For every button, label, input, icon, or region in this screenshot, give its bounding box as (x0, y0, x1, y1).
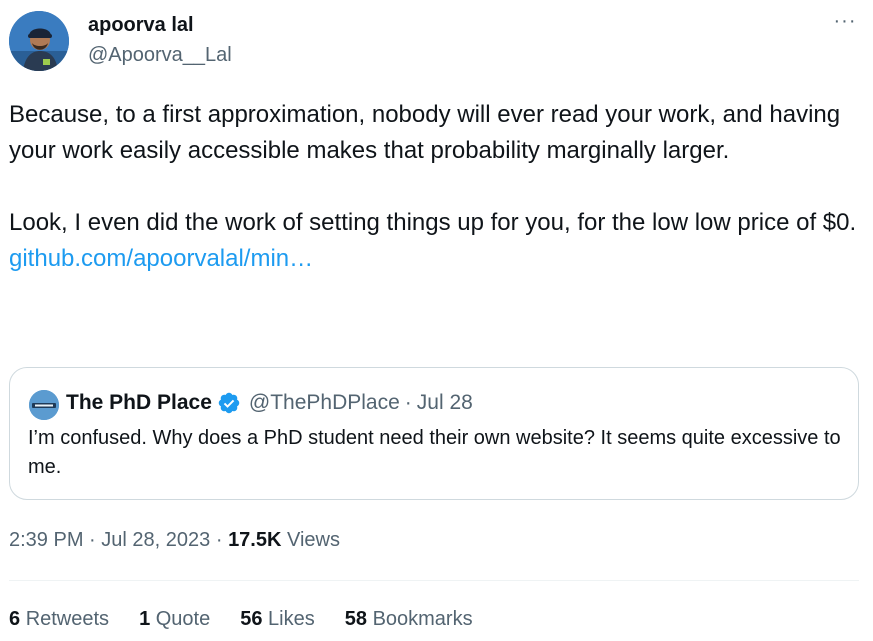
bookmarks-label: Bookmarks (372, 608, 473, 630)
tweet-meta: 2:39 PM · Jul 28, 2023 · 17.5K Views (9, 526, 340, 554)
tweet-date[interactable]: Jul 28, 2023 (101, 529, 210, 551)
author-avatar[interactable] (9, 11, 69, 71)
divider (9, 580, 859, 581)
likes-count: 56 (240, 608, 263, 630)
more-horizontal-icon: ··· (833, 10, 857, 32)
quote-header: The PhD Place @ThePhDPlace · Jul 28 (66, 389, 473, 417)
more-options-button[interactable]: ··· (829, 11, 861, 34)
bookmarks-stat[interactable]: 58 Bookmarks (345, 605, 473, 633)
tweet-paragraph-2: Look, I even did the work of setting thi… (9, 209, 857, 236)
likes-label: Likes (268, 608, 315, 630)
tweet-paragraph-1: Because, to a first approximation, nobod… (9, 101, 847, 164)
quotes-label: Quote (155, 608, 211, 630)
author-handle[interactable]: @Apoorva__Lal (88, 42, 232, 68)
quoted-tweet[interactable]: The PhD Place @ThePhDPlace · Jul 28 I’m … (9, 367, 859, 500)
quote-avatar (29, 390, 59, 420)
bookmarks-count: 58 (344, 608, 367, 630)
quote-author-handle: @ThePhDPlace (248, 391, 400, 414)
verified-badge-icon (218, 392, 240, 414)
quote-text: I’m confused. Why does a PhD student nee… (28, 427, 841, 478)
author-name[interactable]: apoorva lal (88, 12, 194, 38)
avatar-image (9, 11, 69, 71)
likes-stat[interactable]: 56 Likes (240, 605, 315, 633)
quote-author-name: The PhD Place (66, 391, 212, 414)
tweet-time[interactable]: 2:39 PM (9, 529, 83, 551)
quote-avatar-image (29, 390, 59, 420)
meta-separator-1: · (89, 529, 96, 551)
quotes-count: 1 (139, 608, 151, 630)
tweet-link[interactable]: github.com/apoorvalal/min… (9, 241, 313, 277)
quotes-stat[interactable]: 1 Quote (139, 605, 210, 633)
retweets-count: 6 (9, 608, 21, 630)
quote-date: Jul 28 (416, 391, 473, 414)
retweets-label: Retweets (25, 608, 110, 630)
tweet-text: Because, to a first approximation, nobod… (9, 97, 859, 277)
tweet-container: apoorva lal @Apoorva__Lal ··· Because, t… (0, 0, 873, 641)
retweets-stat[interactable]: 6 Retweets (9, 605, 109, 633)
meta-separator-2: · (215, 529, 223, 551)
engagement-stats: 6 Retweets 1 Quote 56 Likes 58 Bookmarks (9, 605, 503, 633)
quote-separator: · (404, 391, 412, 414)
views-label: Views (287, 529, 340, 551)
views-count: 17.5K (228, 529, 282, 551)
